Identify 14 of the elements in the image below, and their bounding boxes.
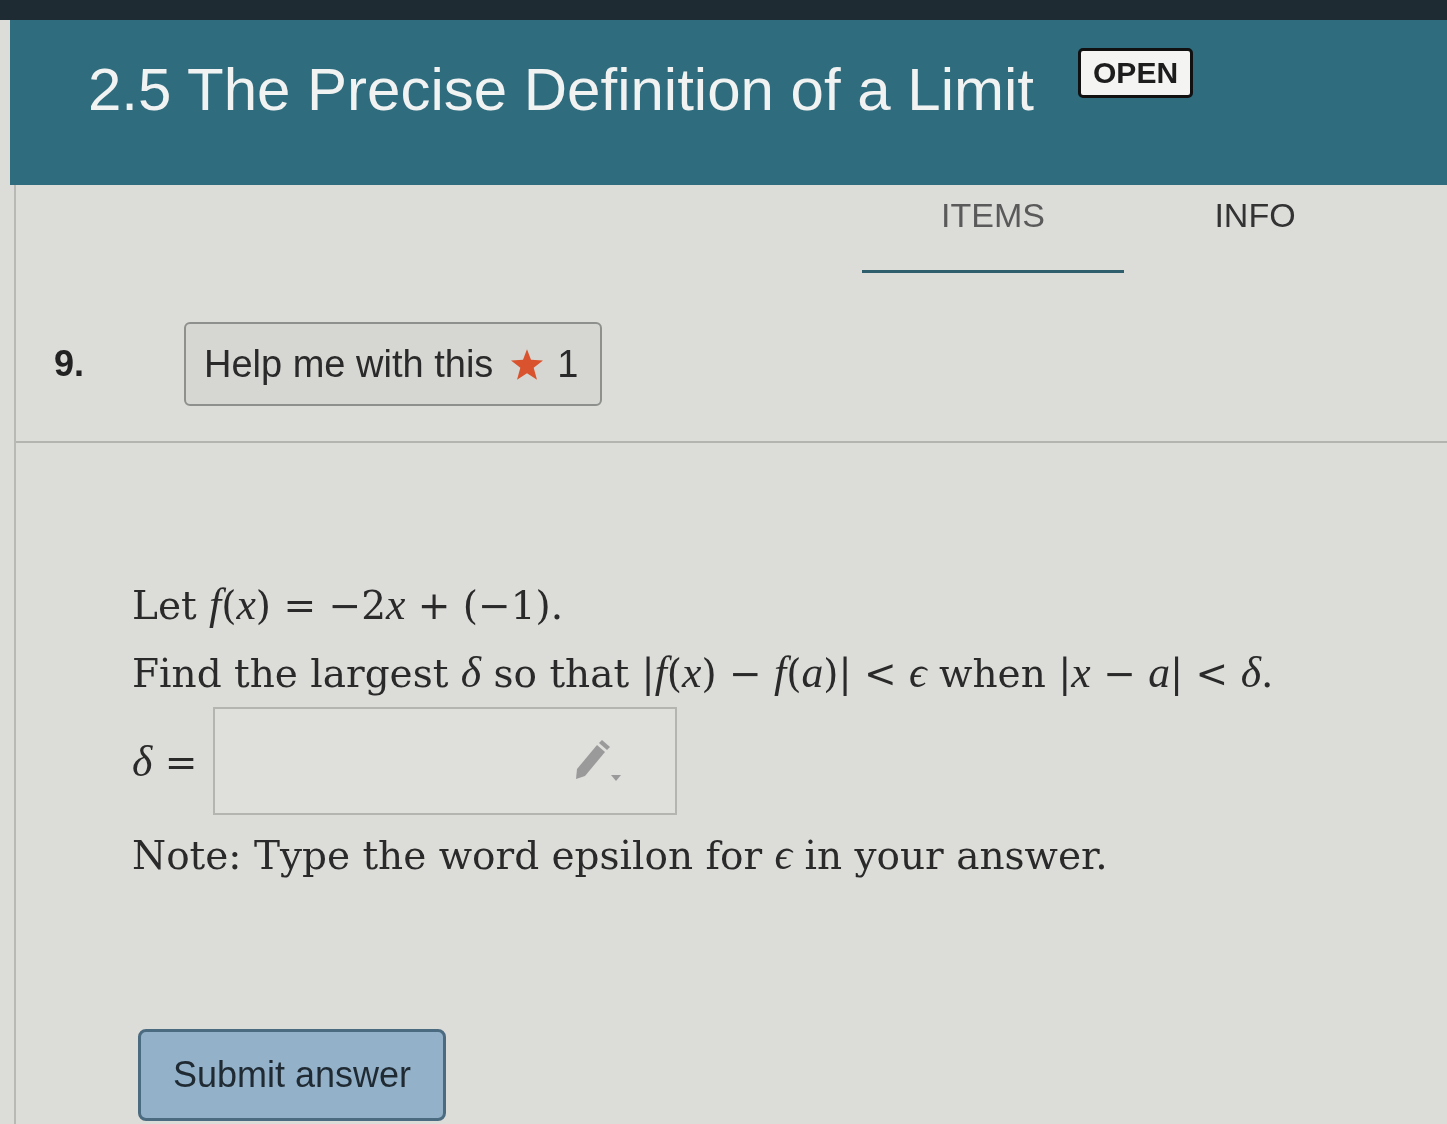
help-button[interactable]: Help me with this 1 [184, 322, 603, 406]
page-title: 2.5 The Precise Definition of a Limit [88, 55, 1035, 125]
star-icon [511, 348, 544, 380]
tab[interactable]: INFO [1124, 185, 1386, 273]
submit-button[interactable]: Submit answer [138, 1029, 446, 1121]
answer-box[interactable] [213, 707, 678, 815]
question-text: Let f(x) = −2x + (−1). [132, 579, 565, 630]
tab[interactable]: ITEMS [862, 185, 1124, 273]
pencil-icon [573, 739, 624, 783]
answer-label: δ = [132, 736, 198, 786]
status-badge: OPEN [1078, 48, 1194, 98]
note-text: Note: Type the word epsilon for ϵ in your answer. [132, 829, 1109, 880]
question-text: Find the largest δ so that |f(x) − f(a)| < ϵ when |x − a| < δ. [132, 647, 1275, 698]
question-number: 9. [54, 343, 86, 385]
